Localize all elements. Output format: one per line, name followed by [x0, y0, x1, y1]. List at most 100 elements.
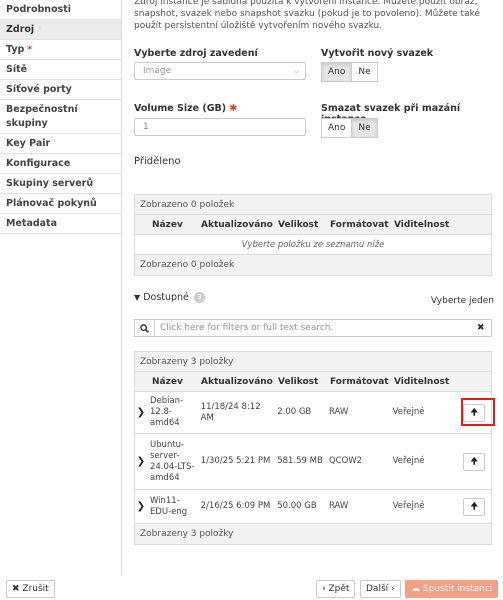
image-updated: 1/30/25 5:21 PM: [200, 456, 271, 466]
search-icon: [135, 320, 155, 336]
available-table: Zobrazeny 3 položky Název Aktualizováno …: [134, 351, 492, 545]
new-volume-toggle: Ano Ne: [321, 62, 378, 82]
image-size: 2.00 GB: [277, 407, 312, 417]
next-button[interactable]: Další ›: [360, 580, 401, 598]
volume-size-label: Volume Size (GB) ✱: [134, 103, 237, 114]
column-visibility[interactable]: Viditelnost: [391, 377, 459, 387]
available-table-header: Název Aktualizováno Velikost Formátovat …: [135, 372, 491, 392]
expand-row-icon[interactable]: ❯: [135, 407, 147, 418]
source-panel: Zdroj instance je šablona použitá k vytv…: [122, 0, 503, 575]
sidebar-item-configuration[interactable]: Konfigurace: [0, 154, 121, 174]
delete-volume-toggle: Ano Ne: [321, 118, 378, 138]
allocate-arrow-up-icon[interactable]: 🠉: [463, 452, 486, 471]
sidebar-item-label: Konfigurace: [6, 158, 71, 169]
image-updated: 11/18/24 8:12 AM: [200, 401, 261, 423]
column-visibility[interactable]: Viditelnost: [391, 220, 459, 230]
search-input[interactable]: Click here for filters or full text sear…: [155, 323, 477, 333]
sidebar-item-metadata[interactable]: Metadata: [0, 214, 121, 234]
column-name[interactable]: Název: [147, 377, 199, 387]
expand-row-icon[interactable]: ❯: [135, 456, 147, 467]
sidebar-item-source[interactable]: Zdroj *: [0, 20, 121, 40]
column-name[interactable]: Název: [147, 220, 199, 230]
sidebar-item-key-pair[interactable]: Key Pair: [0, 134, 121, 154]
required-marker-icon: ✱: [229, 103, 238, 114]
sidebar-item-label: Bezpečnostní skupiny: [6, 104, 78, 129]
table-row: ❯ Win11-EDU-eng 2/16/25 6:09 PM 50.00 GB…: [135, 490, 491, 524]
sidebar-item-networks[interactable]: Sítě: [0, 60, 121, 80]
column-size[interactable]: Velikost: [275, 377, 327, 387]
image-name: Win11-EDU-eng: [149, 495, 188, 517]
volume-size-label-text: Volume Size (GB): [134, 103, 227, 114]
volume-size-input[interactable]: 1: [134, 118, 306, 136]
wizard-footer: ✖ Zrušit ‹ Zpět Další › ☁ Spustit instan…: [0, 578, 503, 600]
table-row: ❯ Ubuntu-server-24.04-LTS-amd64 1/30/25 …: [135, 434, 491, 490]
cancel-button[interactable]: ✖ Zrušit: [6, 580, 55, 598]
boot-source-label: Vyberte zdroj zavedení: [134, 48, 258, 59]
image-visibility: Veřejné: [392, 456, 425, 466]
available-toggle[interactable]: ▼ Dostupné 3: [134, 292, 205, 303]
highlight-box: [461, 398, 495, 426]
boot-source-select[interactable]: Image ⌵: [134, 62, 306, 80]
column-size[interactable]: Velikost: [275, 220, 327, 230]
image-name: Ubuntu-server-24.04-LTS-amd64: [149, 439, 195, 483]
delete-volume-no-button[interactable]: Ne: [352, 118, 378, 138]
column-format[interactable]: Formátovat: [327, 220, 391, 230]
available-count-bottom: Zobrazeny 3 položky: [135, 524, 491, 544]
available-count: Zobrazeny 3 položky: [135, 352, 491, 372]
required-marker-icon: *: [37, 25, 42, 35]
intro-text: Zdroj instance je šablona použitá k vytv…: [134, 0, 481, 31]
sidebar-item-label: Podrobnosti: [6, 4, 72, 15]
chevron-down-icon: ⌵: [293, 67, 299, 75]
search-bar[interactable]: Click here for filters or full text sear…: [134, 319, 492, 337]
required-marker-icon: *: [27, 45, 33, 55]
expand-row-icon[interactable]: ❯: [135, 501, 147, 512]
launch-instance-button[interactable]: ☁ Spustit instanci: [405, 580, 499, 598]
chevron-down-icon: ▼: [134, 293, 141, 302]
available-count-badge: 3: [193, 292, 205, 303]
sidebar-item-label: Typ: [6, 44, 25, 55]
select-one-hint: Vyberte jeden: [430, 296, 494, 306]
allocated-table-header: Název Aktualizováno Velikost Formátovat …: [135, 215, 491, 235]
cloud-upload-icon: ☁: [411, 584, 420, 594]
sidebar-item-label: Sítě: [6, 64, 28, 75]
sidebar-item-label: Plánovač pokynů: [6, 198, 97, 209]
image-format: QCOW2: [328, 456, 363, 466]
next-label: Další: [366, 584, 389, 594]
back-button[interactable]: ‹ Zpět: [316, 580, 356, 598]
action-cell: 🠉: [457, 452, 491, 471]
column-updated[interactable]: Aktualizováno: [199, 220, 275, 230]
back-label: Zpět: [328, 584, 350, 594]
sidebar-item-network-ports[interactable]: Síťové porty: [0, 80, 121, 100]
new-volume-label: Vytvořit nový svazek: [321, 48, 434, 59]
column-updated[interactable]: Aktualizováno: [199, 377, 275, 387]
sidebar-item-server-groups[interactable]: Skupiny serverů: [0, 174, 121, 194]
image-name: Debian-12.8-amd64: [149, 396, 184, 428]
delete-volume-yes-button[interactable]: Ano: [321, 118, 353, 138]
sidebar-item-label: Key Pair: [6, 138, 51, 149]
close-icon: ✖: [12, 584, 20, 594]
column-format[interactable]: Formátovat: [327, 377, 391, 387]
allocate-arrow-up-icon[interactable]: 🠉: [463, 497, 486, 516]
sidebar-item-security-groups[interactable]: Bezpečnostní skupiny: [0, 100, 121, 134]
image-size: 581.59 MB: [277, 456, 323, 466]
action-cell: 🠉: [457, 497, 491, 516]
allocated-table: Zobrazeno 0 položek Název Aktualizováno …: [134, 194, 492, 276]
image-visibility: Veřejné: [392, 407, 425, 417]
new-volume-no-button[interactable]: Ne: [352, 62, 378, 82]
cancel-label: Zrušit: [22, 584, 49, 594]
new-volume-yes-button[interactable]: Ano: [321, 62, 353, 82]
image-size: 50.00 GB: [277, 501, 317, 511]
clear-icon[interactable]: ✖: [477, 323, 491, 333]
image-format: RAW: [328, 407, 349, 417]
sidebar-item-label: Síťové porty: [6, 84, 72, 95]
sidebar-item-label: Zdroj: [6, 24, 35, 35]
launch-label: Spustit instanci: [422, 584, 493, 594]
sidebar-item-details[interactable]: Podrobnosti: [0, 0, 121, 20]
available-title: Dostupné: [143, 292, 189, 303]
chevron-right-icon: ›: [391, 584, 395, 594]
sidebar-item-scheduler-hints[interactable]: Plánovač pokynů: [0, 194, 121, 214]
table-row: ❯ Debian-12.8-amd64 11/18/24 8:12 AM 2.0…: [135, 392, 491, 434]
wizard-sidebar: Podrobnosti Zdroj * Typ * Sítě Síťové port…: [0, 0, 122, 575]
chevron-left-icon: ‹: [322, 584, 326, 594]
sidebar-item-flavor[interactable]: Typ *: [0, 40, 121, 60]
